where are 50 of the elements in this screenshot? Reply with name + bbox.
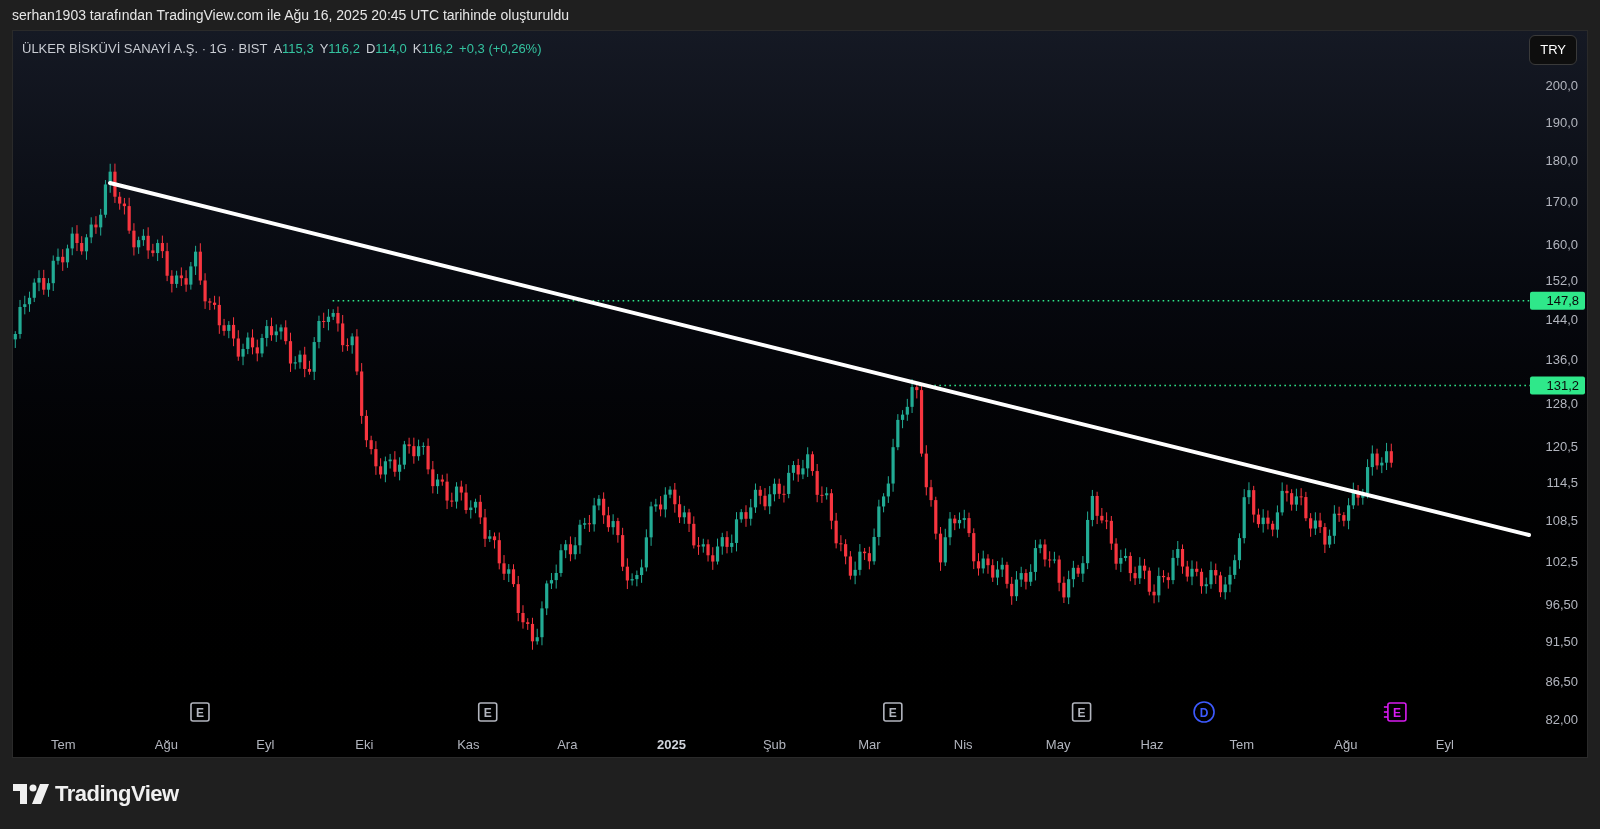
- time-axis-label: May: [1045, 737, 1071, 752]
- ohlc-value: K116,2: [412, 40, 454, 58]
- time-axis-label: Eyl: [256, 737, 275, 752]
- price-axis-label: 120,5: [1545, 438, 1578, 454]
- price-axis-label: 152,0: [1545, 273, 1578, 289]
- currency-button[interactable]: TRY: [1529, 35, 1577, 65]
- ohlc-value: Y116,2: [319, 40, 360, 58]
- earnings-marker[interactable]: E: [477, 702, 498, 722]
- price-axis-label: 180,0: [1545, 153, 1578, 169]
- logo-icon: [13, 783, 49, 804]
- time-axis-label: Eyl: [1435, 737, 1454, 752]
- symbol-title: ÜLKER BİSKÜVİ SANAYİ A.Ş. · 1G · BIST: [22, 40, 268, 58]
- price-axis-label: 136,0: [1545, 352, 1578, 368]
- price-level-tag: 131,2: [1530, 376, 1585, 395]
- time-axis-label: 2025: [656, 737, 686, 752]
- earnings-marker[interactable]: E: [190, 702, 210, 722]
- price-axis-label: 114,5: [1546, 474, 1578, 490]
- dividend-marker[interactable]: D: [1193, 701, 1215, 723]
- time-axis-label: Haz: [1140, 737, 1164, 752]
- price-axis-label: 102,5: [1545, 553, 1578, 569]
- brand-name: TradingView: [55, 780, 179, 808]
- time-axis-label: Mar: [858, 737, 881, 752]
- price-axis-label: 86,50: [1545, 674, 1578, 690]
- price-axis-label: 91,50: [1545, 634, 1578, 650]
- chart-caption: serhan1903 tarafından TradingView.com ile Ağu 16, 2025 20:45 UTC tarihinde oluşturuldu: [12, 5, 569, 25]
- time-axis-label: Ağu: [1334, 737, 1358, 752]
- earnings-marker[interactable]: E: [883, 702, 903, 722]
- price-axis-label: 144,0: [1545, 311, 1578, 327]
- time-axis-label: Tem: [50, 737, 76, 752]
- ohlc-value: D114,0: [365, 40, 407, 58]
- time-axis-label: Şub: [762, 737, 787, 752]
- earnings-marker[interactable]: E: [1071, 702, 1092, 722]
- price-axis-label: 108,5: [1545, 513, 1578, 529]
- time-axis-label: Kas: [457, 737, 480, 752]
- time-axis-label: Tem: [1229, 737, 1255, 752]
- price-change: +0,3 (+0,26%): [459, 40, 542, 58]
- time-axis-label: Ara: [557, 737, 578, 752]
- time-axis-label: Eki: [355, 737, 374, 752]
- time-axis-label: Nis: [953, 737, 973, 752]
- price-axis-label: 96,50: [1545, 596, 1578, 612]
- trend-line[interactable]: [108, 181, 1531, 537]
- time-axis-label: Ağu: [154, 737, 178, 752]
- price-axis-label: 200,0: [1545, 78, 1578, 94]
- price-level-tag: 147,8: [1530, 291, 1585, 310]
- price-axis-label: 128,0: [1545, 395, 1578, 411]
- price-axis-label: 160,0: [1545, 236, 1578, 252]
- ohlc-value: A115,3: [273, 40, 314, 58]
- price-axis-label: 170,0: [1545, 193, 1578, 209]
- price-axis-label: 190,0: [1545, 114, 1578, 130]
- price-axis-label: 82,00: [1545, 712, 1578, 728]
